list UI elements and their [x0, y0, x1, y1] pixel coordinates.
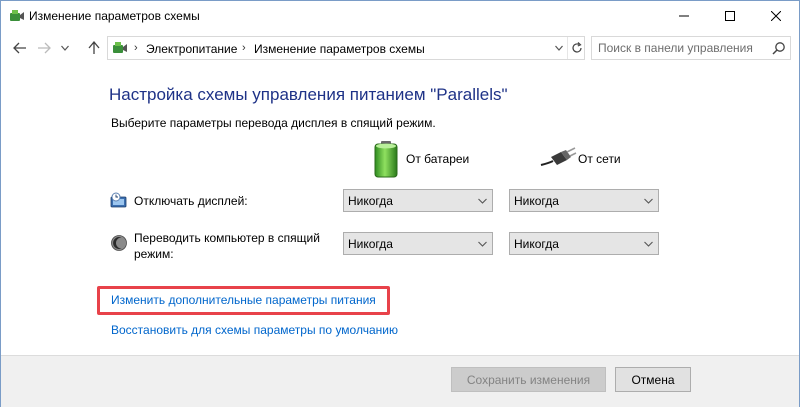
search-input[interactable] — [592, 37, 770, 59]
cancel-button[interactable]: Отмена — [615, 367, 691, 392]
selected-value: Никогда — [348, 237, 393, 251]
sleep-plugged-select[interactable]: Никогда — [509, 232, 659, 255]
footer-bar: Сохранить изменения Отмена — [1, 355, 799, 407]
selected-value: Никогда — [514, 194, 559, 208]
refresh-icon — [571, 42, 582, 53]
search-icon[interactable] — [772, 41, 786, 55]
page-description: Выберите параметры перевода дисплея в сп… — [111, 116, 436, 130]
back-button[interactable] — [11, 39, 29, 57]
power-options-icon — [10, 10, 24, 21]
display-off-battery-select[interactable]: Никогда — [343, 189, 493, 212]
sleep-battery-select[interactable]: Никогда — [343, 232, 493, 255]
restore-defaults-link[interactable]: Восстановить для схемы параметры по умол… — [111, 323, 398, 337]
column-header-battery: От батареи — [406, 152, 470, 166]
breadcrumb-separator[interactable]: › — [242, 42, 246, 54]
advanced-power-settings-link[interactable]: Изменить дополнительные параметры питани… — [111, 293, 376, 307]
address-history-button[interactable] — [552, 37, 566, 59]
arrow-left-icon — [13, 42, 26, 54]
up-button[interactable] — [85, 39, 103, 57]
close-icon — [771, 11, 781, 21]
sleep-label-line1: Переводить компьютер в спящий — [134, 231, 320, 245]
power-plug-icon — [540, 147, 577, 166]
chevron-down-icon — [61, 45, 69, 51]
maximize-icon — [725, 11, 735, 21]
power-options-icon — [113, 42, 127, 53]
chevron-down-icon — [478, 198, 487, 204]
selected-value: Никогда — [514, 237, 559, 251]
search-box[interactable] — [591, 36, 791, 60]
recent-locations-button[interactable] — [59, 39, 71, 57]
maximize-button[interactable] — [707, 1, 753, 31]
address-bar[interactable]: › Электропитание › Изменение параметров … — [107, 36, 585, 60]
window-title: Изменение параметров схемы — [29, 9, 200, 23]
selected-value: Никогда — [348, 194, 393, 208]
forward-button[interactable] — [35, 39, 53, 57]
title-bar: Изменение параметров схемы — [1, 1, 799, 31]
page-title: Настройка схемы управления питанием "Par… — [109, 85, 508, 104]
breadcrumb-edit-plan[interactable]: Изменение параметров схемы — [254, 42, 425, 56]
close-button[interactable] — [753, 1, 799, 31]
battery-icon — [374, 141, 398, 178]
column-header-plugged-in: От сети — [578, 152, 621, 166]
sleep-label-line2: режим: — [134, 247, 174, 261]
power-plan-window: Изменение параметров схемы › Электропита… — [0, 0, 800, 407]
display-icon — [110, 192, 127, 208]
refresh-button[interactable] — [567, 37, 585, 59]
display-off-plugged-select[interactable]: Никогда — [509, 189, 659, 212]
breadcrumb-power-options[interactable]: Электропитание — [146, 42, 237, 56]
chevron-down-icon — [644, 241, 653, 247]
chevron-down-icon — [644, 198, 653, 204]
chevron-down-icon — [478, 241, 487, 247]
minimize-button[interactable] — [661, 1, 707, 31]
breadcrumb-separator[interactable]: › — [134, 42, 138, 54]
turn-off-display-label: Отключать дисплей: — [134, 194, 248, 208]
chevron-down-icon — [555, 45, 563, 51]
minimize-icon — [679, 15, 689, 17]
save-changes-button[interactable]: Сохранить изменения — [451, 367, 606, 392]
navigation-bar: › Электропитание › Изменение параметров … — [1, 31, 799, 65]
arrow-right-icon — [38, 42, 51, 54]
sleep-moon-icon — [111, 235, 127, 251]
arrow-up-icon — [88, 41, 100, 54]
